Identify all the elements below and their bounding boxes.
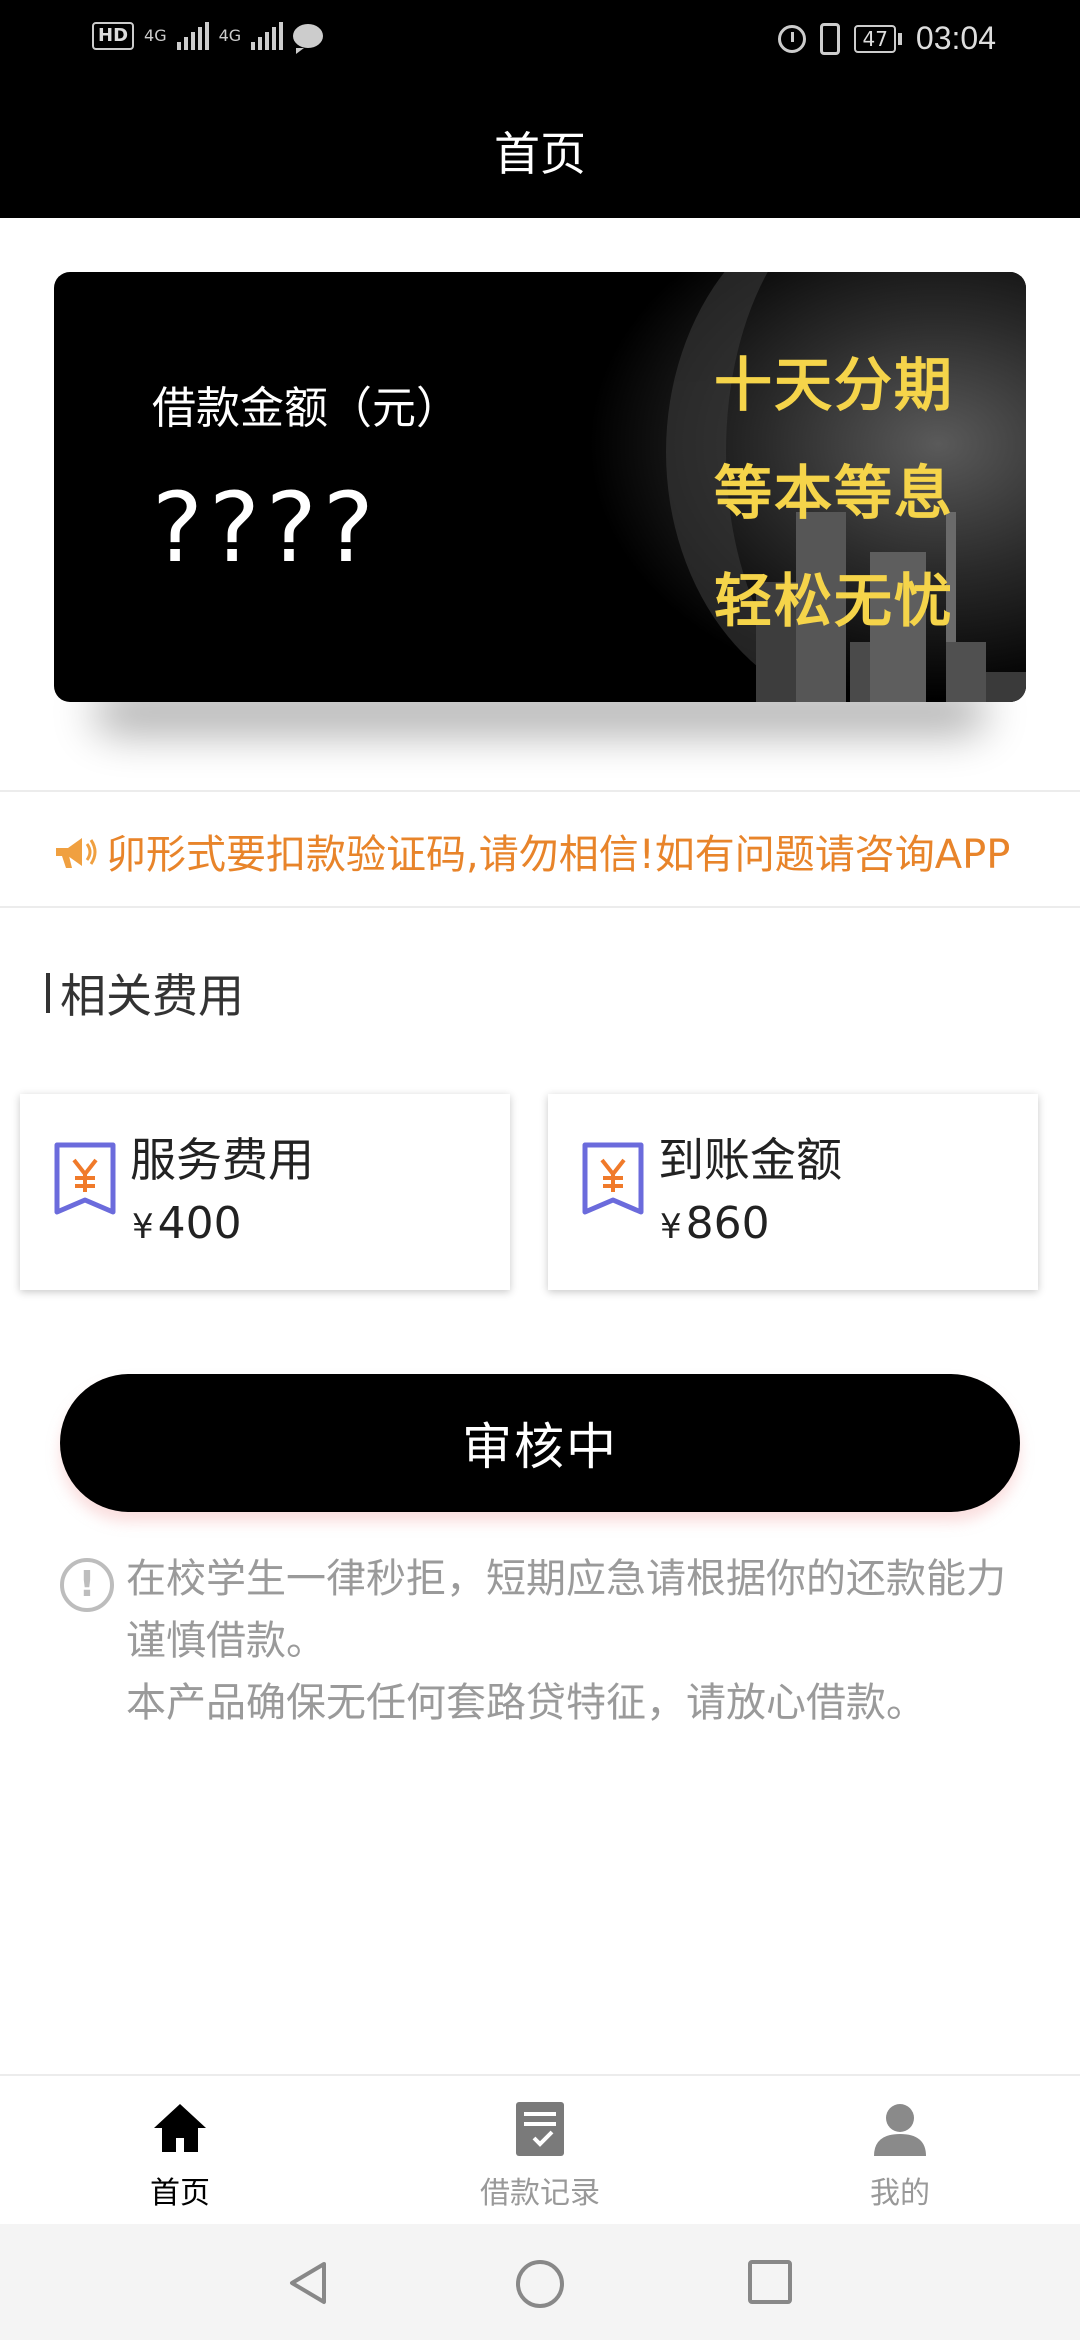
service-fee-card: 服务费用 ¥400 [20, 1094, 510, 1290]
app-header: 首页 [0, 84, 1080, 218]
section-title: 相关费用 [46, 960, 244, 1026]
section-bar [46, 973, 50, 1013]
notice-bar[interactable]: 卯形式要扣款验证码,请勿相信!如有问题请咨询APP [0, 790, 1080, 908]
slogan-text: 轻松无忧 [713, 567, 954, 635]
nav-item-mine[interactable]: 我的 [720, 2076, 1080, 2224]
yuan-receipt-icon [582, 1142, 644, 1215]
clock: 03:04 [915, 20, 996, 56]
tip-line: 本产品确保无任何套路贷特征，请放心借款。 [126, 1680, 926, 1726]
bottom-nav: 首页 借款记录 我的 [0, 2074, 1080, 2224]
status-left: HD 4G 4G [92, 22, 324, 54]
slogan-list: 十天分期 等本等息 轻松无忧 [714, 338, 954, 638]
status-right: 47 03:04 [778, 20, 996, 57]
received-amount-card: 到账金额 ¥860 [548, 1094, 1038, 1290]
yuan-receipt-icon [54, 1142, 116, 1215]
megaphone-icon [56, 838, 97, 868]
vibrate-icon [820, 22, 841, 55]
nav-item-home[interactable]: 首页 [0, 2076, 360, 2224]
recent-apps-icon[interactable] [746, 2258, 794, 2306]
banner-card: 借款金额（元） ???? 十天分期 等本等息 轻松无忧 [54, 272, 1026, 702]
fee-value: 400 [157, 1198, 242, 1249]
loan-amount-value: ???? [152, 472, 380, 584]
fee-title: 到账金额 [658, 1133, 842, 1187]
fee-value: 860 [685, 1198, 770, 1249]
currency-symbol: ¥ [660, 1207, 682, 1247]
sim1-network-label: 4G [144, 26, 167, 45]
system-nav-bar [0, 2224, 1080, 2340]
signal-icon [251, 22, 284, 50]
sim2-network-label: 4G [218, 26, 242, 45]
notice-text: 卯形式要扣款验证码,请勿相信!如有问题请咨询APP [106, 832, 1011, 878]
battery-icon: 47 [854, 24, 902, 53]
back-icon[interactable] [284, 2258, 334, 2308]
exclamation-icon: ! [60, 1558, 114, 1612]
loan-banner: 借款金额（元） ???? 十天分期 等本等息 轻松无忧 [54, 272, 1026, 732]
section-title-text: 相关费用 [60, 969, 244, 1023]
alarm-icon [778, 24, 807, 53]
fee-amount: ¥860 [660, 1198, 770, 1249]
nav-label: 我的 [870, 2176, 930, 2211]
tip-line: 在校学生一律秒拒，短期应急请根据你的还款能力谨慎借款。 [126, 1556, 1006, 1664]
nav-item-loan-records[interactable]: 借款记录 [360, 2076, 720, 2224]
slogan-text: 十天分期 [713, 351, 954, 419]
message-icon [293, 24, 324, 54]
nav-label: 借款记录 [480, 2176, 600, 2211]
fee-title: 服务费用 [130, 1133, 314, 1187]
loan-amount-label: 借款金额（元） [152, 383, 460, 434]
hd-icon: HD [92, 22, 135, 50]
currency-symbol: ¥ [132, 1207, 154, 1247]
battery-level: 47 [854, 24, 896, 53]
record-icon [516, 2102, 564, 2156]
status-bar: HD 4G 4G 47 03:04 [0, 0, 1080, 84]
nav-label: 首页 [150, 2176, 210, 2211]
user-icon [874, 2104, 926, 2156]
home-icon [154, 2104, 206, 2152]
review-status-button[interactable]: 审核中 [60, 1374, 1020, 1512]
slogan-text: 等本等息 [713, 459, 954, 527]
fee-amount: ¥400 [132, 1198, 242, 1249]
tip-text: 在校学生一律秒拒，短期应急请根据你的还款能力谨慎借款。 本产品确保无任何套路贷特… [126, 1548, 1026, 1734]
page-title: 首页 [494, 127, 586, 181]
home-circle-icon[interactable] [514, 2258, 566, 2310]
signal-icon [176, 22, 209, 50]
